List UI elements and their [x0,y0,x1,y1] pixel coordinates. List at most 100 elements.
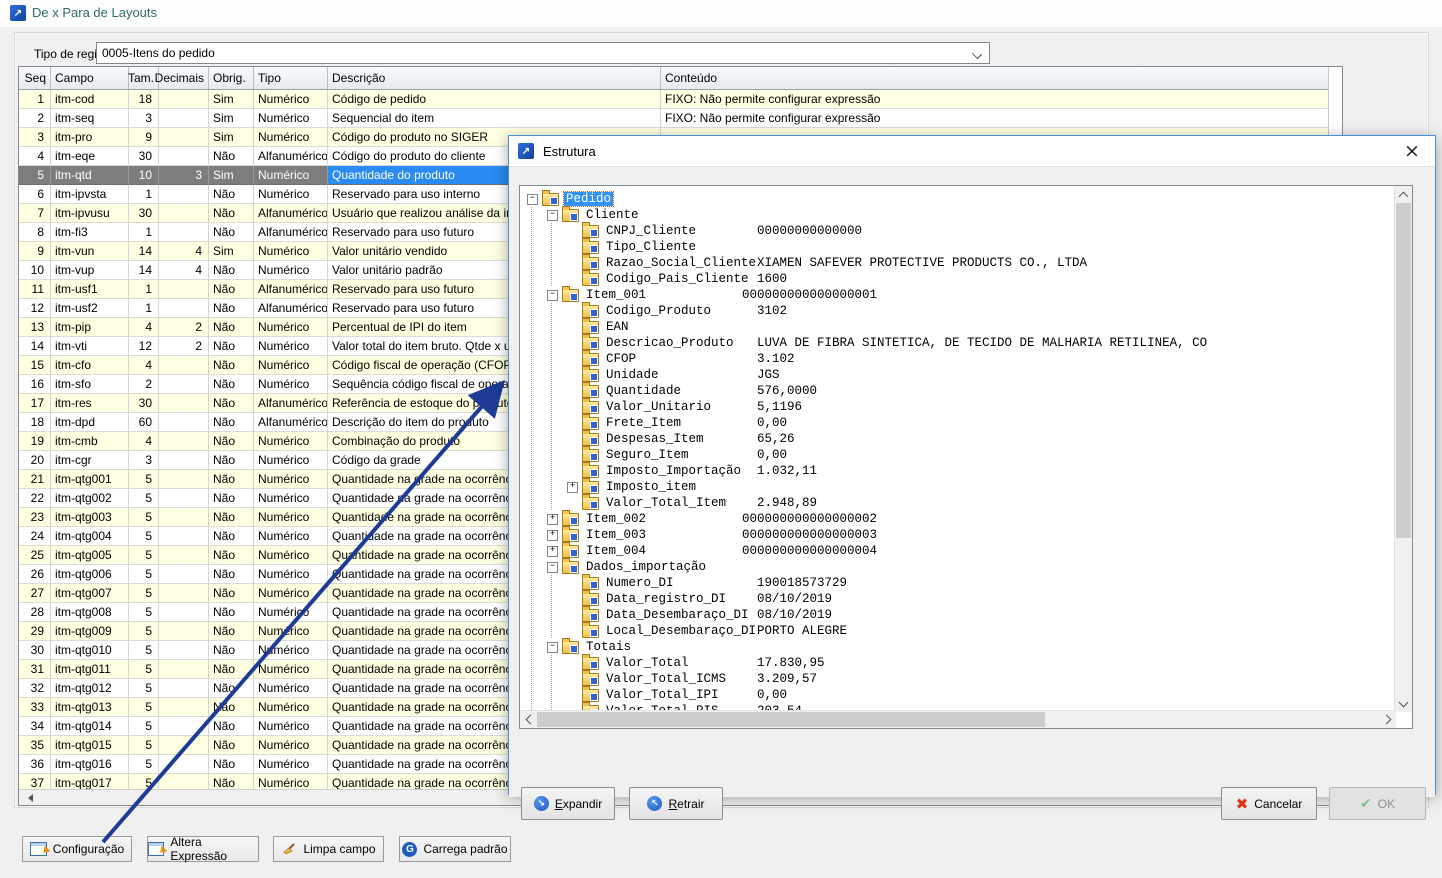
column-header[interactable]: Decimais [159,67,209,89]
tree-horizontal-scrollbar[interactable] [520,710,1396,728]
tree-node[interactable]: −Item_001000000000000000001 [520,287,1396,303]
horizontal-scroll-thumb[interactable] [537,712,1045,727]
tree-node-label[interactable]: Frete_Item [604,416,683,430]
tree-node[interactable]: Data_registro_DI08/10/2019 [520,591,1396,607]
tree-node-label[interactable]: Codigo_Produto [604,304,713,318]
tree-node-label[interactable]: Local_Desembaraço_DI [604,624,758,638]
tree-node-label[interactable]: Data_Desembaraço_DI [604,608,751,622]
tree-node[interactable]: Local_Desembaraço_DIPORTO ALEGRE [520,623,1396,639]
scroll-right-icon[interactable] [1379,711,1396,728]
tree-node[interactable]: − Dados_importação [520,559,1396,575]
tree-node-label[interactable]: Item_002 [584,512,648,526]
tree-node[interactable]: Valor_Unitario5,1196 [520,399,1396,415]
column-header[interactable]: Seq [19,67,51,89]
configuracao-button[interactable]: Configuração [22,836,132,862]
tree-vertical-scrollbar[interactable] [1394,186,1412,712]
tree-node-label[interactable]: CFOP [604,352,638,366]
tree-node-label[interactable]: Cliente [584,208,641,222]
tree-node[interactable]: Descricao_ProdutoLUVA DE FIBRA SINTETICA… [520,335,1396,351]
close-icon[interactable]: × [1389,136,1435,166]
tree-node-label[interactable]: Seguro_Item [604,448,691,462]
tree-node[interactable]: +Item_004000000000000000004 [520,543,1396,559]
tree-node[interactable]: +Item_003000000000000000003 [520,527,1396,543]
tree-node[interactable]: Numero_DI190018573729 [520,575,1396,591]
vertical-scroll-thumb[interactable] [1396,203,1411,538]
tree-node-label[interactable]: Imposto_item [604,480,698,494]
tree-node-label[interactable]: Despesas_Item [604,432,706,446]
carrega-padrao-button[interactable]: G Carrega padrão [399,836,511,862]
tree-node[interactable]: − Totais [520,639,1396,655]
tree-node[interactable]: − Pedido [520,191,1396,207]
tree-node[interactable]: EAN [520,319,1396,335]
tree-node-label[interactable]: Quantidade [604,384,683,398]
tree-node[interactable]: Razao_Social_ClienteXIAMEN SAFEVER PROTE… [520,255,1396,271]
tree-node-label[interactable]: Imposto_Importação [604,464,743,478]
tree-node-label[interactable]: CNPJ_Cliente [604,224,698,238]
collapse-node-icon[interactable]: − [527,194,538,205]
tree-node[interactable]: Valor_Total17.830,95 [520,655,1396,671]
tree-node-label[interactable]: Data_registro_DI [604,592,728,606]
expand-node-icon[interactable]: + [547,530,558,541]
scroll-left-icon[interactable] [520,711,537,728]
tree-node-label[interactable]: Valor_Total [604,656,691,670]
tree-node[interactable]: +Item_002000000000000000002 [520,511,1396,527]
tree-node-label[interactable]: Item_001 [584,288,648,302]
expandir-button[interactable]: ↘ Expandir [521,787,615,820]
limpa-campo-button[interactable]: Limpa campo [273,836,384,862]
tree-node-label[interactable]: Valor_Unitario [604,400,713,414]
tree-node[interactable]: Valor_Total_Item2.948,89 [520,495,1396,511]
tree-node[interactable]: Codigo_Pais_Cliente1600 [520,271,1396,287]
scroll-down-icon[interactable] [1395,695,1412,712]
column-header[interactable]: Descrição [328,67,661,89]
tree-node-label[interactable]: Dados_importação [584,560,708,574]
tree-node[interactable]: Tipo_Cliente [520,239,1396,255]
tree-node-label[interactable]: Codigo_Pais_Cliente [604,272,751,286]
collapse-node-icon[interactable]: − [547,290,558,301]
collapse-node-icon[interactable]: − [547,210,558,221]
tree-node-label[interactable]: EAN [604,320,631,334]
tree-node-label[interactable]: Razao_Social_Cliente [604,256,758,270]
tree-node-label[interactable]: Item_004 [584,544,648,558]
tree-node-label[interactable]: Valor_Total_IPI [604,688,721,702]
scroll-up-icon[interactable] [1395,186,1412,203]
tree-node-label[interactable]: Numero_DI [604,576,676,590]
tree-node[interactable]: + Imposto_item [520,479,1396,495]
tree-node[interactable]: Quantidade576,0000 [520,383,1396,399]
tree-node[interactable]: Valor_Total_ICMS3.209,57 [520,671,1396,687]
tree-node-label[interactable]: Valor_Total_ICMS [604,672,728,686]
retrair-button[interactable]: ↖ Retrair [629,787,723,820]
tree-node-label[interactable]: Item_003 [584,528,648,542]
collapse-node-icon[interactable]: − [547,642,558,653]
column-header[interactable]: Obrig. [209,67,254,89]
column-header[interactable]: Tipo [254,67,328,89]
collapse-node-icon[interactable]: − [547,562,558,573]
tree-node[interactable]: Imposto_Importação1.032,11 [520,463,1396,479]
expand-node-icon[interactable]: + [567,482,578,493]
table-row[interactable]: 2itm-seq3SimNuméricoSequencial do itemFI… [19,109,1342,128]
tree-node-label[interactable]: Totais [584,640,633,654]
expand-node-icon[interactable]: + [547,546,558,557]
tree-node[interactable]: Data_Desembaraço_DI08/10/2019 [520,607,1396,623]
dialog-titlebar[interactable]: ↗ Estrutura × [509,136,1435,166]
altera-expressao-button[interactable]: Altera Expressão [147,836,259,862]
scroll-left-icon[interactable] [24,794,33,802]
tree-node[interactable]: Despesas_Item65,26 [520,431,1396,447]
chevron-down-icon[interactable] [972,49,982,59]
ok-button[interactable]: ✔ OK [1329,787,1426,820]
tree-node[interactable]: Codigo_Produto3102 [520,303,1396,319]
tree-node[interactable]: Valor_Total_IPI0,00 [520,687,1396,703]
tree-node[interactable]: UnidadeJGS [520,367,1396,383]
tree-node-label[interactable]: Unidade [604,368,661,382]
column-header[interactable]: Campo [51,67,129,89]
tree-node[interactable]: CNPJ_Cliente00000000000000 [520,223,1396,239]
tree-node-label[interactable]: Valor_Total_Item [604,496,728,510]
tree-node[interactable]: Seguro_Item0,00 [520,447,1396,463]
tree-node-label[interactable]: Pedido [564,192,613,206]
expand-node-icon[interactable]: + [547,514,558,525]
table-row[interactable]: 1itm-cod18SimNuméricoCódigo de pedidoFIX… [19,90,1342,109]
column-header[interactable]: Conteúdo [661,67,1330,89]
cancelar-button[interactable]: ✖ Cancelar [1221,787,1317,820]
record-type-combobox[interactable]: 0005-Itens do pedido [96,42,990,64]
tree-node[interactable]: − Cliente [520,207,1396,223]
tree-node[interactable]: Frete_Item0,00 [520,415,1396,431]
